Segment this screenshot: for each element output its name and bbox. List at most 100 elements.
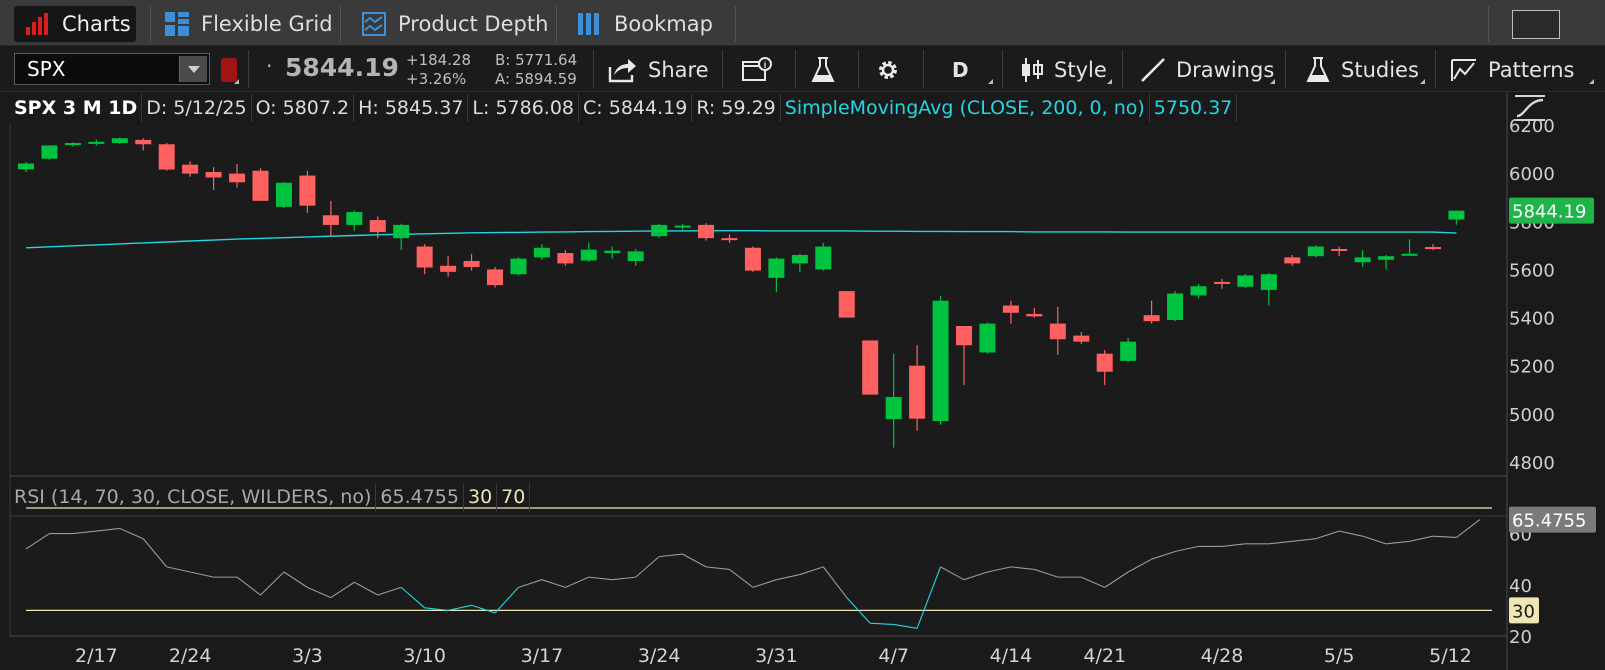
candle-body: [64, 143, 81, 146]
candle-body: [1167, 293, 1184, 320]
candle-up: [510, 257, 527, 276]
study-label[interactable]: SimpleMovingAvg (CLOSE, 200, 0, no): [781, 94, 1150, 122]
candle-body: [1378, 256, 1395, 260]
time-tick-label: 4/14: [990, 645, 1033, 667]
rsi-lower-tag-label: 30: [1512, 601, 1535, 622]
candle-body: [1096, 353, 1113, 372]
candle-body: [487, 269, 503, 286]
candle-body: [135, 139, 152, 145]
price-tick-label: 5400: [1509, 309, 1555, 330]
candle-body: [322, 215, 339, 225]
candle-up: [1167, 291, 1184, 322]
candle-up: [1307, 245, 1324, 258]
time-tick-label: 5/5: [1324, 645, 1355, 667]
candle-up: [979, 322, 996, 354]
candle-up: [275, 182, 292, 209]
candle-body: [909, 365, 926, 419]
candle-body: [768, 258, 785, 278]
candle-body: [1237, 275, 1254, 287]
time-tick-label: 3/3: [292, 645, 323, 667]
candle-body: [932, 300, 949, 422]
rsi-value-tag-label: 65.4755: [1512, 511, 1586, 532]
candle-body: [1073, 335, 1090, 342]
candle-body: [158, 144, 175, 170]
time-tick-label: 4/21: [1083, 645, 1126, 667]
candle-body: [1284, 257, 1301, 264]
candle-body: [1213, 281, 1230, 284]
rsi-tick-label: 40: [1509, 576, 1532, 597]
candle-body: [815, 246, 832, 270]
candle-body: [838, 291, 855, 318]
candle-body: [111, 138, 128, 144]
candle-body: [1354, 257, 1371, 263]
bar-open: O: 5807.2: [252, 94, 355, 122]
bar-low: L: 5786.08: [468, 94, 580, 122]
candle-down: [838, 291, 855, 318]
candle-body: [1331, 248, 1348, 251]
candle-body: [1026, 313, 1043, 317]
candle-body: [41, 145, 58, 159]
time-tick-label: 3/31: [755, 645, 798, 667]
bar-close: C: 5844.19: [579, 94, 693, 122]
time-tick-label: 3/10: [403, 645, 446, 667]
time-tick-label: 2/24: [169, 645, 212, 667]
candle-body: [1120, 341, 1137, 361]
candle-body: [1448, 210, 1465, 220]
candle-body: [533, 247, 550, 258]
candle-up: [41, 145, 58, 160]
candle-body: [416, 246, 433, 268]
candle-body: [651, 224, 668, 237]
candle-body: [252, 170, 269, 201]
study-value: 5750.37: [1150, 94, 1238, 122]
bar-range: R: 59.29: [692, 94, 781, 122]
candle-down: [158, 143, 175, 171]
rsi-tick-label: 20: [1509, 627, 1532, 648]
candle-down: [698, 223, 715, 241]
candle-down: [487, 267, 503, 288]
candle-up: [651, 223, 668, 238]
candle-body: [463, 261, 480, 268]
candle-up: [1237, 274, 1254, 289]
candle-body: [1002, 305, 1019, 313]
candle-body: [393, 224, 410, 239]
candle-body: [182, 164, 199, 174]
time-tick-label: 2/17: [75, 645, 118, 667]
candle-body: [604, 250, 621, 254]
candle-body: [956, 325, 972, 346]
time-tick-label: 3/17: [521, 645, 564, 667]
time-tick-label: 4/7: [878, 645, 909, 667]
price-tick-label: 6200: [1509, 116, 1555, 137]
price-tick-label: 5200: [1509, 357, 1555, 378]
rsi-label[interactable]: RSI (14, 70, 30, CLOSE, WILDERS, no): [10, 483, 377, 511]
candle-body: [721, 238, 738, 241]
candle-up: [815, 242, 832, 271]
candle-body: [346, 212, 363, 225]
candle-body: [510, 258, 527, 275]
time-tick-label: 3/24: [638, 645, 681, 667]
candle-body: [1401, 253, 1418, 256]
candle-body: [205, 171, 222, 178]
candle-body: [299, 175, 316, 206]
time-tick-label: 5/12: [1429, 645, 1472, 667]
rsi-lower-level: 30: [464, 483, 498, 511]
chart-info-bar: SPX 3 M 1D D: 5/12/25 O: 5807.2 H: 5845.…: [10, 93, 1238, 123]
candle-body: [1260, 274, 1277, 290]
candle-body: [229, 173, 246, 183]
rsi-info-bar: RSI (14, 70, 30, CLOSE, WILDERS, no) 65.…: [10, 483, 531, 511]
rsi-value: 65.4755: [376, 483, 464, 511]
candle-body: [275, 182, 292, 207]
candle-body: [1190, 286, 1207, 296]
candle-down: [862, 340, 879, 395]
candle-body: [580, 249, 597, 261]
bar-high: H: 5845.37: [354, 94, 469, 122]
candle-up: [1120, 338, 1137, 363]
candle-body: [557, 253, 574, 264]
candle-body: [369, 220, 386, 233]
candle-body: [440, 265, 457, 272]
price-tick-label: 5600: [1509, 260, 1555, 281]
last-price-tag-label: 5844.19: [1512, 202, 1586, 223]
candle-body: [979, 323, 996, 353]
candle-body: [1425, 247, 1441, 250]
candle-body: [88, 141, 105, 144]
candle-body: [698, 224, 715, 239]
